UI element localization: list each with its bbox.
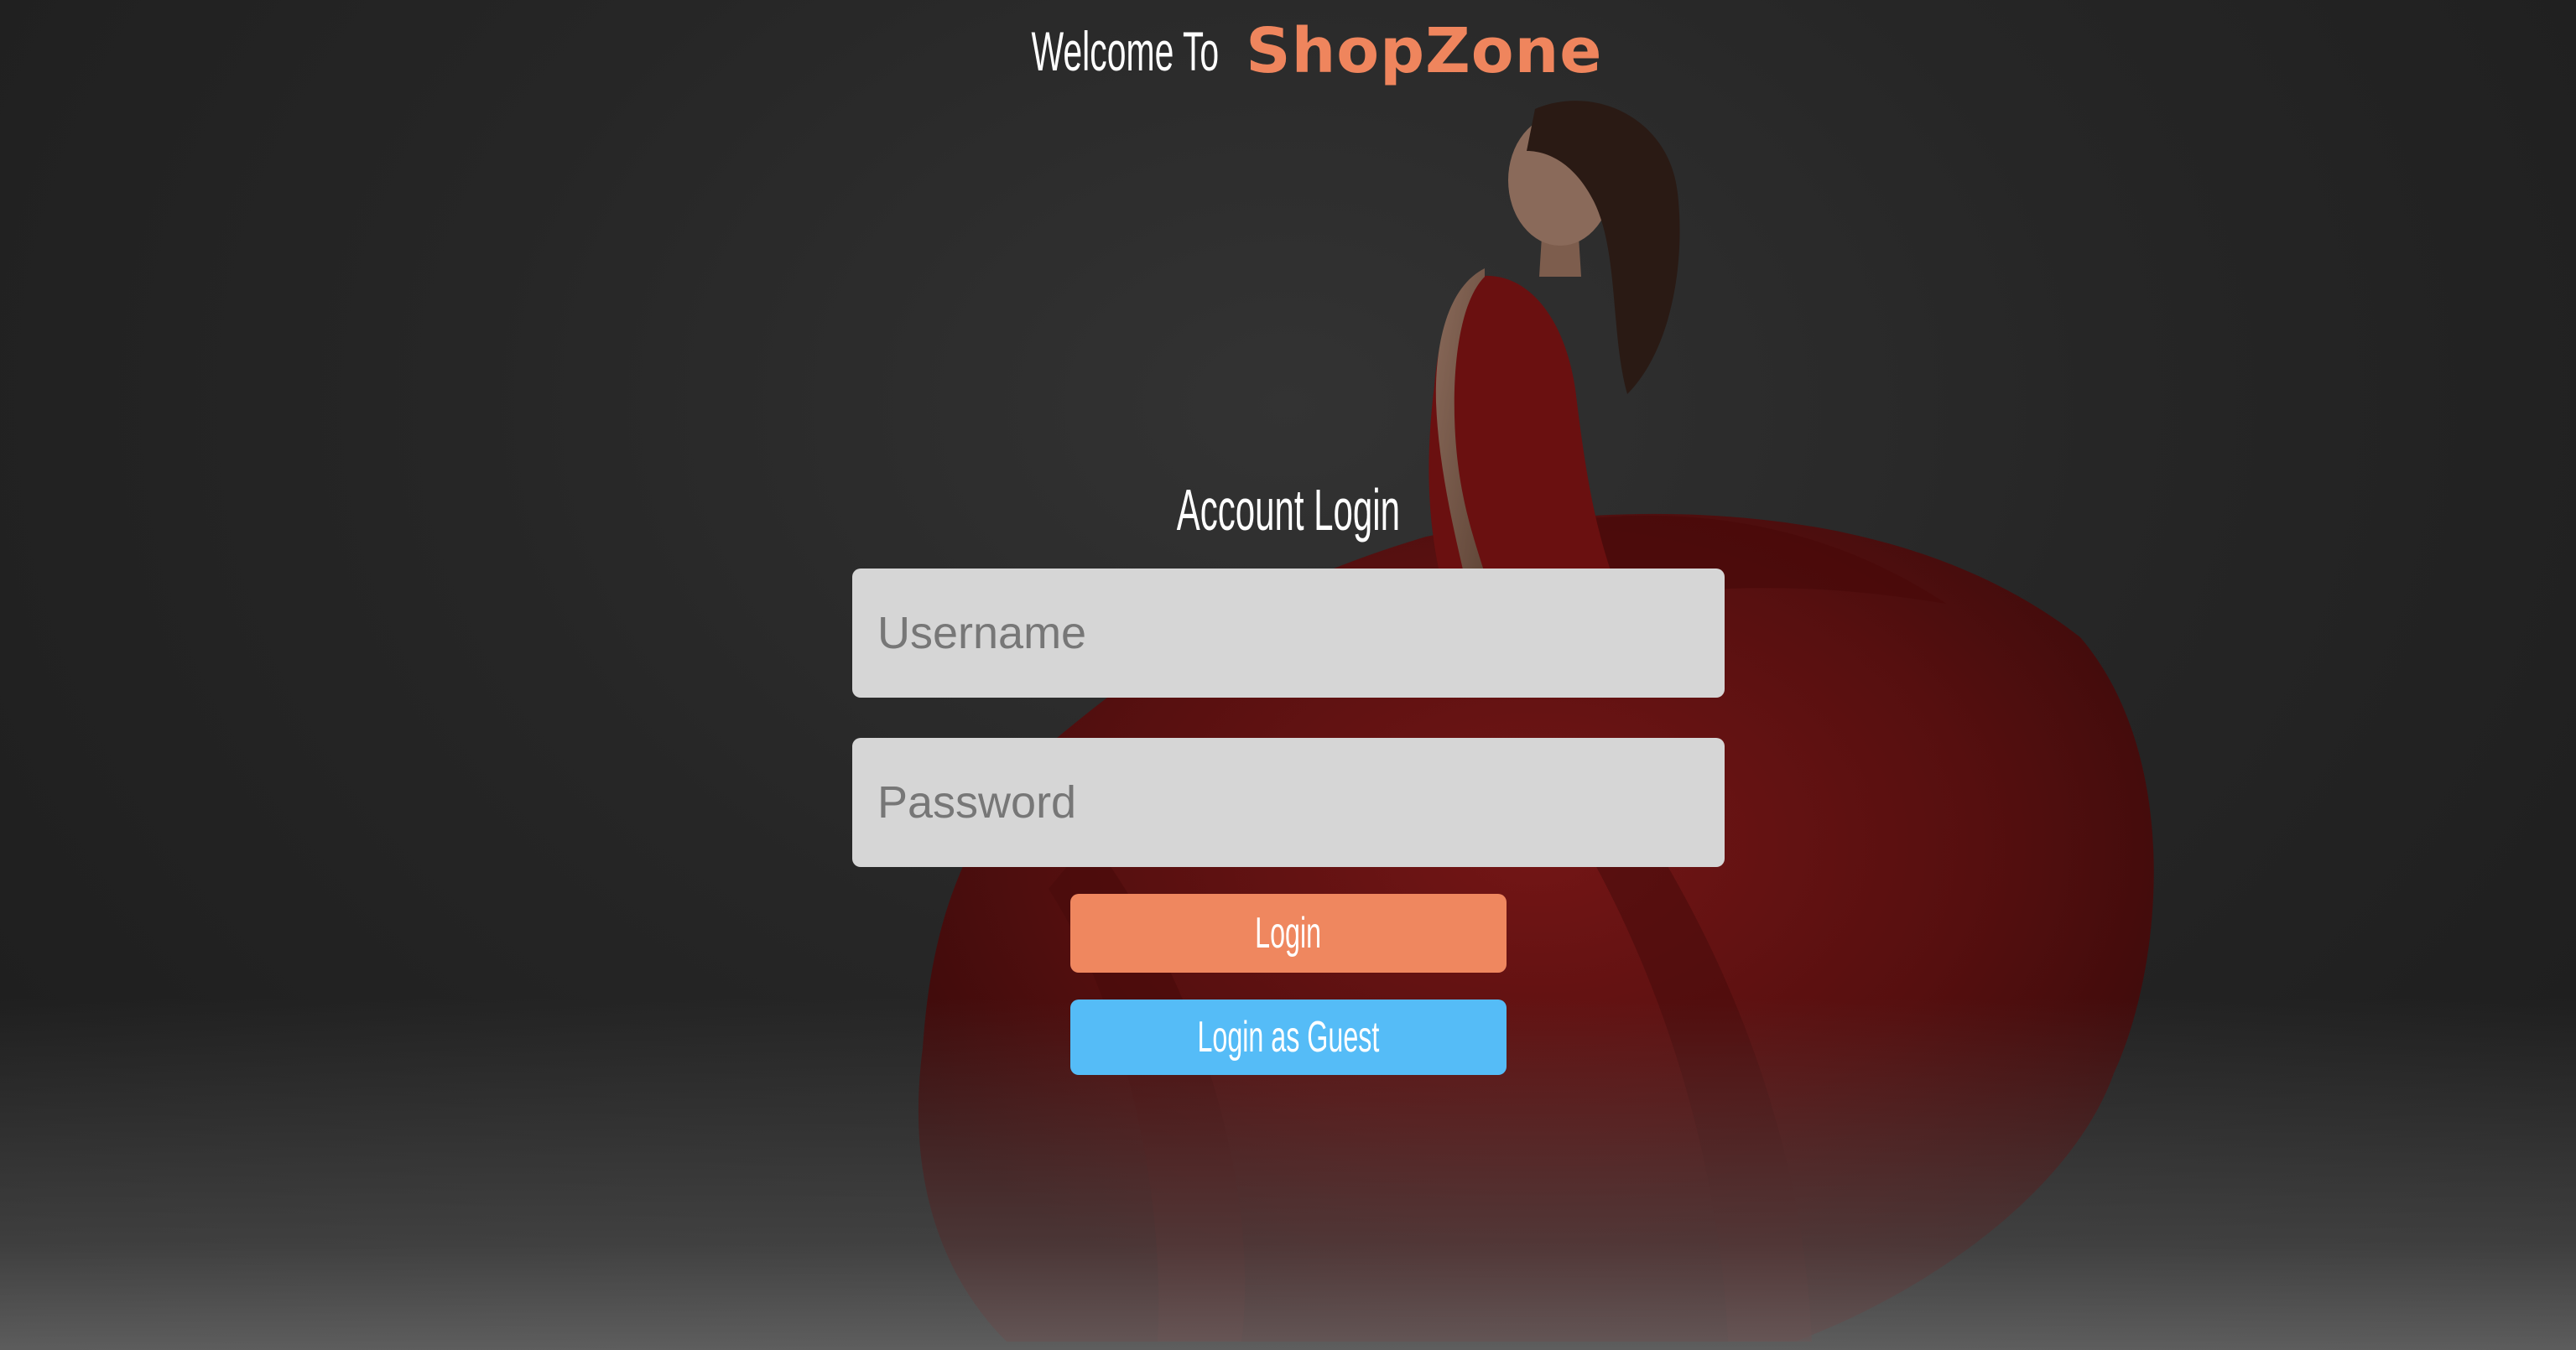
login-title: Account Login <box>0 476 2576 543</box>
welcome-header: Welcome To ShopZone <box>0 15 2576 87</box>
brand-logo: ShopZone <box>1246 15 1603 87</box>
password-input[interactable] <box>852 738 1725 867</box>
login-as-guest-button-label: Login as Guest <box>1197 1013 1380 1062</box>
login-title-text: Account Login <box>1176 477 1400 543</box>
login-button-label: Login <box>1255 909 1322 958</box>
welcome-text: Welcome To <box>1031 20 1219 82</box>
login-page: Welcome To ShopZone Account Login Login … <box>0 0 2576 1350</box>
login-button[interactable]: Login <box>1070 894 1507 973</box>
username-input[interactable] <box>852 569 1725 698</box>
login-as-guest-button[interactable]: Login as Guest <box>1070 1000 1507 1075</box>
